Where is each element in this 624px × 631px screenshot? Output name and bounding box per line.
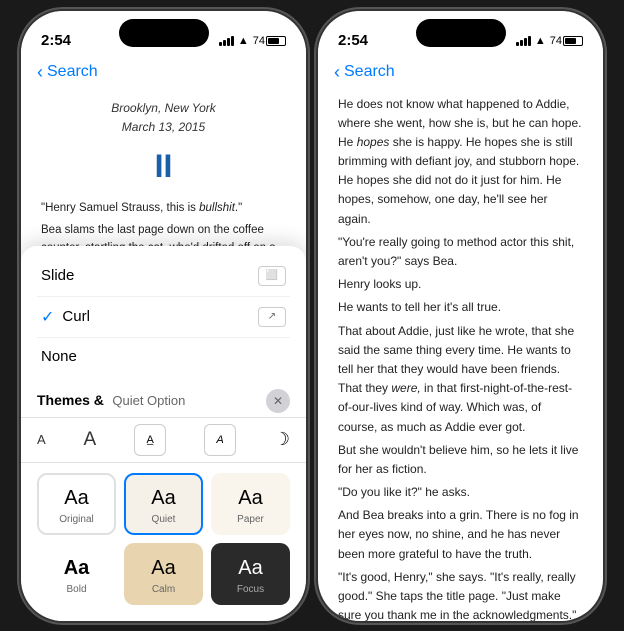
back-button-right[interactable]: ‹ Search: [334, 63, 587, 81]
theme-quiet[interactable]: Aa Quiet: [124, 473, 203, 535]
left-phone: 2:54 ▲ 74 ‹ Se: [21, 11, 306, 621]
font-controls: A A A̲ A ☽: [21, 417, 306, 463]
slide-option-none[interactable]: None: [37, 338, 290, 375]
status-icons-left: ▲ 74: [219, 35, 286, 47]
slide-icon: ⬜: [258, 266, 286, 286]
signal-icon-right: [516, 36, 531, 46]
theme-aa-quiet: Aa: [151, 487, 175, 510]
theme-aa-calm: Aa: [151, 557, 175, 580]
chevron-left-icon: ‹: [37, 63, 43, 81]
theme-focus[interactable]: Aa Focus: [211, 543, 290, 605]
dynamic-island-right: [416, 19, 506, 47]
theme-name-bold: Bold: [66, 584, 86, 595]
nav-bar-left: ‹ Search: [21, 59, 306, 89]
theme-grid: Aa Original Aa Quiet Aa Paper Aa Bold Aa: [21, 463, 306, 621]
wifi-icon: ▲: [238, 35, 249, 47]
moon-icon[interactable]: ☽: [274, 429, 290, 450]
battery-icon: 74: [253, 35, 286, 47]
theme-name-focus: Focus: [237, 584, 264, 595]
theme-name-paper: Paper: [237, 514, 264, 525]
close-button[interactable]: ✕: [266, 389, 290, 413]
right-book-content: He does not know what happened to Addie,…: [318, 89, 603, 621]
font-small-label: A: [37, 432, 46, 447]
slide-option-curl[interactable]: ✓ Curl ↗: [37, 297, 290, 338]
nav-bar-right: ‹ Search: [318, 59, 603, 89]
themes-title: Themes &: [37, 392, 104, 408]
theme-paper[interactable]: Aa Paper: [211, 473, 290, 535]
wifi-icon-right: ▲: [535, 35, 546, 47]
bottom-panel: Slide ⬜ ✓ Curl ↗ None Themes & Quiet Opt…: [21, 246, 306, 621]
curl-icon: ↗: [258, 307, 286, 327]
battery-icon-right: 74: [550, 35, 583, 47]
quiet-option-label: Quiet Option: [112, 393, 185, 408]
theme-aa-paper: Aa: [238, 487, 262, 510]
theme-name-quiet: Quiet: [152, 514, 176, 525]
slide-option-slide[interactable]: Slide ⬜: [37, 256, 290, 297]
chapter-number: II: [41, 141, 286, 192]
theme-aa-original: Aa: [64, 487, 88, 510]
checkmark-icon: ✓: [41, 307, 54, 327]
back-button-left[interactable]: ‹ Search: [37, 63, 290, 81]
theme-original[interactable]: Aa Original: [37, 473, 116, 535]
theme-name-original: Original: [59, 514, 93, 525]
signal-icon: [219, 36, 234, 46]
slide-options: Slide ⬜ ✓ Curl ↗ None: [21, 246, 306, 381]
dynamic-island-left: [119, 19, 209, 47]
status-icons-right: ▲ 74: [516, 35, 583, 47]
time-left: 2:54: [41, 32, 71, 49]
theme-bold[interactable]: Aa Bold: [37, 543, 116, 605]
font-large-label: A: [84, 429, 97, 451]
themes-header: Themes & Quiet Option ✕: [21, 381, 306, 417]
theme-aa-bold: Aa: [64, 557, 90, 580]
book-location: Brooklyn, New York March 13, 2015: [41, 99, 286, 137]
theme-aa-focus: Aa: [238, 557, 262, 580]
chevron-left-icon-right: ‹: [334, 63, 340, 81]
font-style-icon[interactable]: A̲: [134, 424, 166, 456]
font-italic-icon[interactable]: A: [204, 424, 236, 456]
time-right: 2:54: [338, 32, 368, 49]
right-phone: 2:54 ▲ 74 ‹ Se: [318, 11, 603, 621]
theme-name-calm: Calm: [152, 584, 175, 595]
theme-calm[interactable]: Aa Calm: [124, 543, 203, 605]
